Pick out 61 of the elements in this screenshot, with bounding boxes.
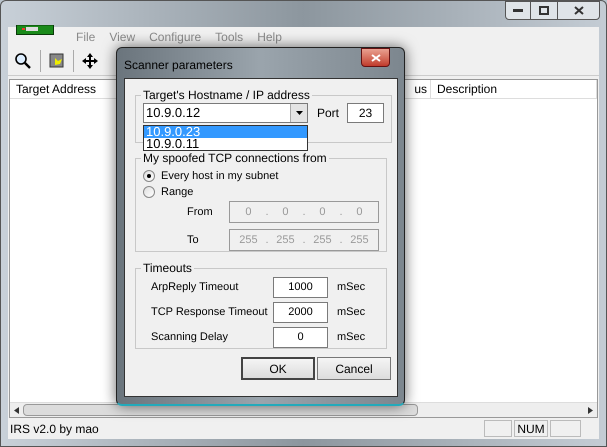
minimize-icon — [513, 9, 523, 12]
radio-button[interactable] — [143, 186, 155, 198]
octet-text: 255 — [312, 232, 333, 248]
octet-text: 0 — [355, 204, 364, 220]
ok-button[interactable]: OK — [241, 357, 315, 380]
maximize-icon — [539, 6, 549, 15]
close-icon — [574, 6, 584, 15]
unit-label: mSec — [337, 280, 366, 296]
radio-label: Every host in my subnet — [161, 168, 278, 184]
port-field[interactable]: 23 — [347, 103, 384, 123]
group-label: My spoofed TCP connections from — [142, 152, 328, 164]
caret-icon — [296, 111, 302, 115]
dot-separator: . — [265, 232, 269, 248]
app-logo-icon — [16, 25, 54, 35]
move-icon[interactable] — [82, 53, 98, 69]
status-panel — [484, 420, 512, 437]
octet-text: 255 — [349, 232, 370, 248]
column-header[interactable]: Description — [431, 80, 597, 98]
octet-text: 255 — [275, 232, 296, 248]
radio-button[interactable] — [143, 170, 155, 182]
dot-separator: . — [302, 232, 306, 248]
unit-label: mSec — [337, 330, 366, 346]
radio-label: Range — [161, 184, 194, 200]
unit-label: mSec — [337, 305, 366, 320]
range-label: To — [187, 232, 200, 248]
octet-text: 0 — [244, 204, 253, 220]
status-panel — [550, 420, 581, 437]
octet-text: 0 — [318, 204, 327, 220]
timeout-field[interactable]: 1000 — [273, 277, 328, 298]
status-panel: NUM — [514, 420, 548, 437]
port-label: Port — [317, 105, 340, 122]
dot-separator: . — [339, 204, 343, 220]
scroll-left-icon[interactable] — [14, 406, 19, 414]
timeout-field[interactable]: 2000 — [273, 302, 328, 323]
timeout-label: ArpReply Timeout — [150, 280, 240, 296]
dot-separator: . — [339, 232, 343, 248]
scroll-right-icon[interactable] — [588, 406, 593, 414]
octet-text: 255 — [238, 232, 259, 248]
timeout-label: TCP Response Timeout — [150, 305, 269, 320]
timeout-field[interactable]: 0 — [273, 327, 328, 348]
group-label: Timeouts — [142, 262, 193, 274]
group-label: Target's Hostname / IP address — [142, 89, 311, 101]
host-combo-box[interactable]: 10.9.0.12 — [143, 103, 308, 123]
combo-value: 10.9.0.12 — [146, 104, 202, 122]
status-text: IRS v2.0 by mao — [10, 420, 100, 438]
network-card-icon[interactable] — [49, 53, 65, 69]
timeout-label: Scanning Delay — [150, 330, 230, 346]
maximize-button[interactable] — [531, 1, 557, 20]
close-button[interactable] — [557, 1, 600, 20]
cancel-button[interactable]: Cancel — [317, 357, 391, 380]
dropdown-button[interactable] — [290, 104, 307, 122]
minimize-button[interactable] — [505, 1, 531, 20]
range-label: From — [187, 204, 214, 220]
dot-separator: . — [265, 204, 269, 220]
dot-separator: . — [302, 204, 306, 220]
dialog-close-button[interactable] — [361, 48, 390, 67]
search-icon[interactable] — [14, 52, 32, 70]
dialog-title: Scanner parameters — [124, 57, 233, 74]
close-icon — [370, 54, 380, 62]
column-header[interactable]: us — [417, 80, 431, 98]
octet-text: 0 — [281, 204, 290, 220]
